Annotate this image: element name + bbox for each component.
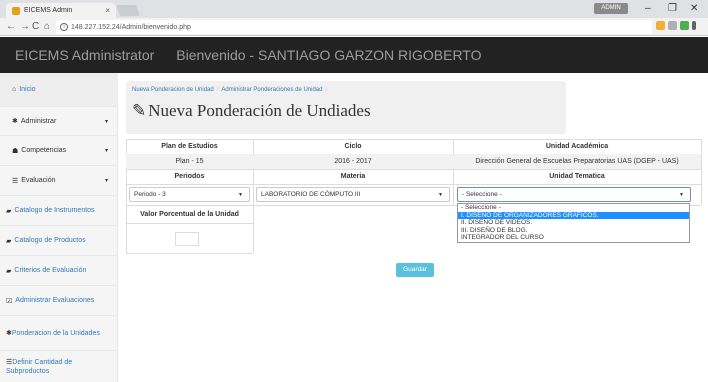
dropdown-option[interactable]: II. DISEÑO DE VIDEOS. bbox=[458, 219, 689, 227]
minimize-icon[interactable]: – bbox=[645, 2, 651, 16]
header-periodos: Periodos bbox=[174, 173, 205, 180]
dropdown-option[interactable]: III. DISEÑO DE BLOG. bbox=[458, 227, 689, 235]
gear-icon: ✱ bbox=[12, 118, 18, 125]
book-icon: ▰ bbox=[6, 237, 12, 245]
ciclo-value: 2016 - 2017 bbox=[253, 154, 453, 169]
valor-porcentual-label: Valor Porcentual de la Unidad bbox=[140, 211, 239, 218]
periodo-select[interactable]: Periodo - 3 ▼ bbox=[129, 187, 250, 202]
tab-title: EICEMS Admin bbox=[24, 7, 73, 14]
table-divider bbox=[126, 253, 253, 254]
reload-icon[interactable]: C bbox=[32, 20, 39, 34]
sidebar-item-label: Administrar bbox=[20, 117, 57, 125]
home-icon: ⌂ bbox=[12, 86, 17, 93]
sidebar-item-administrar[interactable]: ✱ Administrar ▾ bbox=[0, 107, 118, 136]
sidebar-item-competencias[interactable]: ☗ Competencias ▾ bbox=[0, 136, 118, 166]
unidad-tematica-selected: - Seleccione - bbox=[462, 191, 502, 198]
materia-selected: LABORATORIO DE CÓMPUTO III bbox=[261, 191, 361, 198]
sidebar-item-inicio[interactable]: ⌂ Inicio bbox=[0, 73, 118, 107]
brand-title[interactable]: EICEMS Administrator bbox=[15, 47, 154, 63]
plan-value: Plan - 15 bbox=[126, 154, 253, 169]
page-title: ✎ Nueva Ponderación de Undiades bbox=[132, 101, 371, 121]
chevron-down-icon: ▼ bbox=[679, 191, 684, 198]
chevron-down-icon: ▾ bbox=[104, 148, 108, 154]
sidebar-item-label: Ponderacion de la Unidades bbox=[11, 329, 100, 337]
table-divider bbox=[126, 184, 701, 185]
sidebar-item-administrar-evaluaciones[interactable]: ☑ Administrar Evaluaciones bbox=[0, 286, 118, 316]
chevron-down-icon: ▼ bbox=[438, 191, 443, 198]
app-header: EICEMS Administrator Bienvenido - SANTIA… bbox=[0, 37, 708, 73]
header-plan: Plan de Estudios bbox=[161, 143, 218, 150]
main-content: Nueva Ponderacion de Unidad / Administrar … bbox=[118, 73, 708, 382]
header-ciclo: Ciclo bbox=[344, 143, 362, 150]
edit-icon: ✎ bbox=[132, 101, 147, 120]
sidebar-item-label: Catalogo de Productos bbox=[14, 237, 86, 244]
browser-tabbar: EICEMS Admin × ADMIN – ❐ ✕ bbox=[0, 0, 708, 18]
close-window-icon[interactable]: ✕ bbox=[690, 2, 698, 16]
favicon-icon bbox=[12, 6, 20, 15]
sidebar-item-catalogo-instrumentos[interactable]: ▰ Catalogo de Instrumentos bbox=[0, 196, 118, 226]
materia-select[interactable]: LABORATORIO DE CÓMPUTO III ▼ bbox=[256, 187, 450, 202]
sidebar-item-criterios[interactable]: ▰ Criterios de Evaluación bbox=[0, 256, 118, 286]
chevron-down-icon: ▼ bbox=[238, 191, 243, 198]
page-title-text: Nueva Ponderación de Undiades bbox=[148, 101, 371, 120]
header-unidad-academica: Unidad Académica bbox=[545, 143, 609, 150]
sidebar: ⌂ Inicio ✱ Administrar ▾ ☗ Competencias … bbox=[0, 73, 118, 382]
sidebar-item-label: Criterios de Evaluación bbox=[14, 267, 87, 274]
book-icon: ▰ bbox=[6, 267, 12, 275]
sidebar-item-catalogo-productos[interactable]: ▰ Catalogo de Productos bbox=[0, 226, 118, 256]
unidad-academica-value: Dirección General de Escuelas Preparator… bbox=[453, 154, 701, 169]
maximize-icon[interactable]: ❐ bbox=[668, 2, 677, 16]
extension-icon[interactable] bbox=[656, 21, 665, 30]
page-header: Nueva Ponderacion de Unidad / Administrar … bbox=[126, 81, 566, 134]
dropdown-option[interactable]: INTEGRADOR DEL CURSO bbox=[458, 234, 689, 242]
save-button[interactable]: Guardar bbox=[396, 263, 434, 277]
browser-tab[interactable]: EICEMS Admin × bbox=[6, 3, 116, 18]
sidebar-item-label: Catalogo de Instrumentos bbox=[14, 207, 95, 214]
address-bar: ← → C ⌂ i 148.227.152.24/Admin/bienvenid… bbox=[0, 18, 708, 36]
url-input[interactable]: i 148.227.152.24/Admin/bienvenido.php bbox=[56, 20, 652, 34]
sidebar-item-label: Competencias bbox=[21, 147, 67, 154]
table-divider bbox=[126, 223, 253, 224]
welcome-text: Bienvenido - SANTIAGO GARZON RIGOBERTO bbox=[176, 47, 482, 63]
header-materia: Materia bbox=[340, 173, 366, 180]
users-icon: ☗ bbox=[12, 147, 19, 155]
sidebar-item-label: Evaluación bbox=[21, 177, 56, 184]
extension-icon[interactable] bbox=[680, 21, 689, 30]
unidad-tematica-select[interactable]: - Seleccione - ▼ bbox=[457, 187, 691, 202]
url-text: 148.227.152.24/Admin/bienvenido.php bbox=[71, 23, 191, 31]
table-divider bbox=[701, 139, 702, 205]
back-icon[interactable]: ← bbox=[6, 20, 16, 34]
tab-close-icon[interactable]: × bbox=[105, 6, 110, 15]
dropdown-option[interactable]: I. DISEÑO DE ORGANIZADORES GRAFICOS. bbox=[458, 211, 689, 219]
valor-porcentual-input[interactable] bbox=[175, 232, 199, 246]
info-icon[interactable]: i bbox=[60, 23, 68, 31]
home-icon[interactable]: ⌂ bbox=[44, 20, 50, 34]
sidebar-item-label: Inicio bbox=[19, 86, 36, 93]
sidebar-item-label: Administrar Evaluaciones bbox=[15, 297, 95, 304]
menu-icon[interactable] bbox=[692, 21, 696, 30]
sidebar-item-evaluacion[interactable]: ☰ Evaluación ▾ bbox=[0, 166, 118, 196]
extension-icon[interactable] bbox=[668, 21, 677, 30]
forward-icon[interactable]: → bbox=[20, 20, 30, 34]
periodo-selected: Periodo - 3 bbox=[134, 191, 166, 198]
edit-icon: ☑ bbox=[6, 297, 13, 305]
new-tab-button[interactable] bbox=[115, 5, 141, 16]
breadcrumb: Nueva Ponderacion de Unidad / Administrar … bbox=[132, 87, 328, 93]
chevron-down-icon: ▾ bbox=[104, 118, 108, 125]
chevron-down-icon: ▾ bbox=[104, 178, 108, 184]
sidebar-item-ponderacion[interactable]: ✱Ponderacion de la Unidades bbox=[0, 316, 118, 351]
book-icon: ▰ bbox=[6, 207, 12, 215]
sidebar-item-subproductos[interactable]: ☰Definir Cantidad de Subproductos bbox=[0, 351, 118, 382]
dropdown-option[interactable]: - Seleccione - bbox=[458, 204, 689, 212]
sidebar-item-label: Definir Cantidad de Subproductos bbox=[6, 358, 73, 375]
header-unidad-tematica: Unidad Tematica bbox=[549, 173, 605, 180]
breadcrumb-item[interactable]: Nueva Ponderacion de Unidad bbox=[132, 87, 214, 93]
list-icon: ☰ bbox=[12, 177, 19, 185]
breadcrumb-item[interactable]: Administrar Ponderaciones de Unidad bbox=[221, 87, 322, 93]
unidad-tematica-dropdown: - Seleccione - I. DISEÑO DE ORGANIZADORE… bbox=[457, 203, 690, 243]
user-badge[interactable]: ADMIN bbox=[594, 3, 628, 14]
